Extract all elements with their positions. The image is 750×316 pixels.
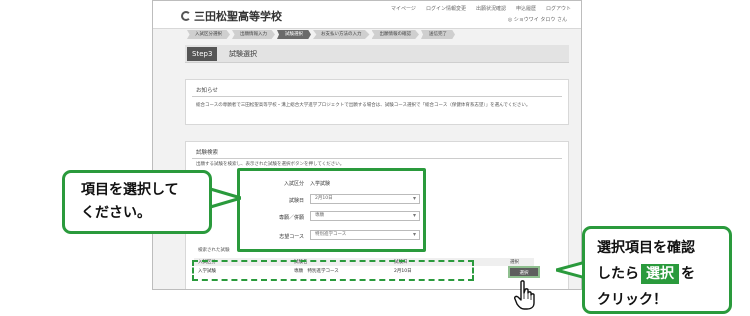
- col-select: 選択: [510, 260, 519, 265]
- progress-steps: 入試区分選択 出願情報入力 試験選択 お支払い方法の入力 出願情報の確認 送信完…: [187, 30, 455, 39]
- site-header: 三田松聖高等学校 マイページ ログイン情報変更 出願状況確認 申込履歴 ログアウ…: [153, 1, 581, 29]
- right-callout-line-2: したら 選択を: [597, 261, 729, 287]
- header-link-status[interactable]: 出願状況確認: [476, 5, 506, 12]
- site-title: 三田松聖高等学校: [194, 10, 282, 23]
- right-callout-post: を: [681, 266, 695, 282]
- hand-cursor-icon: [514, 280, 535, 310]
- header-link-history[interactable]: 申込履歴: [516, 5, 536, 12]
- step-4: お支払い方法の入力: [313, 30, 370, 39]
- header-link-login-change[interactable]: ログイン情報変更: [426, 5, 466, 12]
- notice-text: 総合コースの専願者で三田松聖高等学校・溝上総合大学進学プロジェクトで出願する場合…: [196, 103, 531, 108]
- right-callout-pre: したら: [597, 266, 639, 282]
- right-callout: 選択項目を確認 したら 選択を クリック！: [582, 226, 732, 314]
- divider: [192, 96, 562, 97]
- callout-pointer: [207, 186, 241, 210]
- form-highlight-box: [237, 168, 426, 252]
- figure: 三田松聖高等学校 マイページ ログイン情報変更 出願状況確認 申込履歴 ログアウ…: [0, 0, 750, 316]
- divider: [192, 158, 562, 159]
- search-results-title: 検索された試験: [198, 248, 230, 253]
- right-callout-line-1: 選択項目を確認: [597, 240, 695, 256]
- exam-heading: 試験検索: [196, 150, 219, 156]
- notice-heading: お知らせ: [196, 88, 218, 94]
- user-name: ◎ ショウワイ タロウ さん: [507, 17, 567, 23]
- inline-select-button: 選択: [641, 264, 679, 284]
- step-title-bar: Step3 試験選択: [185, 45, 569, 63]
- step-1: 入試区分選択: [187, 30, 230, 39]
- site-logo[interactable]: 三田松聖高等学校: [181, 8, 282, 24]
- header-links: マイページ ログイン情報変更 出願状況確認 申込履歴 ログアウト: [391, 5, 571, 12]
- school-logo-icon: [181, 11, 191, 21]
- right-callout-line-3: クリック！: [597, 292, 667, 308]
- result-row-highlight: [192, 260, 474, 281]
- header-link-mypage[interactable]: マイページ: [391, 5, 416, 12]
- step-3-current: 試験選択: [277, 30, 311, 39]
- left-callout-line-1: 項目を選択して: [81, 182, 179, 198]
- left-callout: 項目を選択して ください。: [62, 170, 212, 234]
- step-2: 出願情報入力: [232, 30, 275, 39]
- select-button[interactable]: 選択: [508, 266, 540, 278]
- notice-panel: お知らせ 総合コースの専願者で三田松聖高等学校・溝上総合大学進学プロジェクトで出…: [185, 79, 569, 125]
- step-5: 出願情報の確認: [371, 30, 419, 39]
- left-callout-line-2: ください。: [81, 205, 151, 221]
- header-link-logout[interactable]: ログアウト: [546, 5, 571, 12]
- step-6: 送信完了: [421, 30, 455, 39]
- page-title: 試験選択: [229, 50, 257, 58]
- step-badge: Step3: [187, 47, 218, 61]
